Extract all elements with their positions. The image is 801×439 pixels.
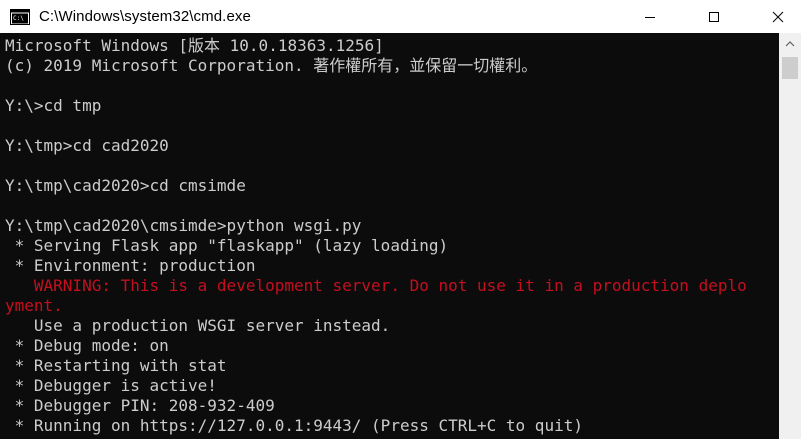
- title-bar[interactable]: C:\ C:\Windows\system32\cmd.exe: [0, 0, 801, 33]
- scrollbar-thumb[interactable]: [782, 57, 798, 79]
- console-line: Use a production WSGI server instead.: [5, 316, 391, 335]
- scroll-up-button[interactable]: [779, 33, 801, 55]
- cmd-console-icon: C:\: [10, 8, 30, 25]
- console-line: * Debugger is active!: [5, 376, 217, 395]
- minimize-icon: [645, 16, 655, 18]
- console-line: Y:\tmp\cad2020\cmsimde>python wsgi.py: [5, 216, 362, 235]
- minimize-button[interactable]: [627, 0, 673, 33]
- warning-line: yment.: [5, 296, 63, 315]
- vertical-scrollbar[interactable]: [779, 33, 801, 439]
- cmd-window: C:\ C:\Windows\system32\cmd.exe Microsof…: [0, 0, 801, 439]
- close-button[interactable]: [755, 0, 801, 33]
- console-line: * Debug mode: on: [5, 336, 169, 355]
- console-output[interactable]: Microsoft Windows [版本 10.0.18363.1256] (…: [0, 33, 779, 439]
- maximize-icon: [709, 11, 719, 22]
- console-line: * Serving Flask app "flaskapp" (lazy loa…: [5, 236, 449, 255]
- console-line: * Running on https://127.0.0.1:9443/ (Pr…: [5, 416, 583, 435]
- svg-text:C:\: C:\: [13, 15, 24, 22]
- console-line: (c) 2019 Microsoft Corporation. 著作權所有，並保…: [5, 56, 538, 75]
- close-icon: [772, 11, 784, 22]
- maximize-button[interactable]: [691, 0, 737, 33]
- console-line: * Environment: production: [5, 256, 256, 275]
- console-line: Y:\tmp\cad2020>cd cmsimde: [5, 176, 246, 195]
- console-line: Y:\tmp>cd cad2020: [5, 136, 169, 155]
- console-line: * Restarting with stat: [5, 356, 227, 375]
- console-line: Y:\>cd tmp: [5, 96, 102, 115]
- window-title: C:\Windows\system32\cmd.exe: [39, 8, 251, 25]
- chevron-up-icon: [785, 41, 795, 47]
- console-line: * Debugger PIN: 208-932-409: [5, 396, 275, 415]
- warning-line: WARNING: This is a development server. D…: [5, 276, 747, 295]
- console-line: Microsoft Windows [版本 10.0.18363.1256]: [5, 36, 384, 55]
